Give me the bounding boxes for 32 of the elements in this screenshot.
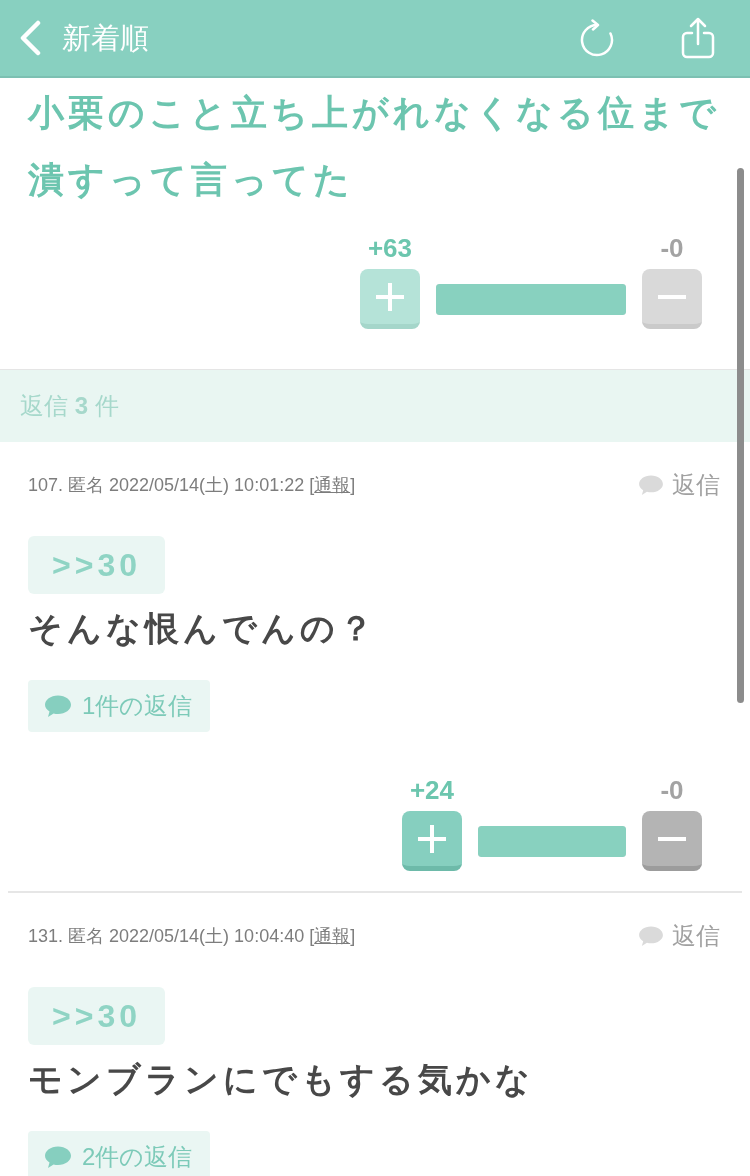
replies-button[interactable]: 1件の返信 xyxy=(28,680,211,732)
comment-text: そんな恨んでんの？ xyxy=(28,608,377,649)
chevron-left-icon xyxy=(18,20,42,56)
minus-icon xyxy=(657,294,687,299)
comment-text: モンブランにでもする気かな xyxy=(28,1059,534,1100)
report-link[interactable]: 通報 xyxy=(314,475,351,495)
back-button[interactable]: 新着順 xyxy=(18,20,149,56)
refresh-icon[interactable] xyxy=(579,19,615,57)
anchor-link[interactable]: >>30 xyxy=(28,536,165,594)
speech-bubble-icon xyxy=(44,1145,72,1169)
plus-icon xyxy=(417,823,447,854)
plus-icon xyxy=(375,281,405,312)
upvote-count: +24 xyxy=(409,775,455,805)
comment-meta: 107. 匿名 2022/05/14(土) 10:01:22 [通報] xyxy=(28,474,356,497)
upvote-count: +63 xyxy=(367,233,413,263)
anchor-link[interactable]: >>30 xyxy=(28,987,165,1045)
downvote-button[interactable] xyxy=(642,811,702,871)
reply-button[interactable]: 返信 xyxy=(638,471,720,499)
upvote-button[interactable] xyxy=(402,811,462,871)
downvote-count: -0 xyxy=(660,775,684,805)
share-icon[interactable] xyxy=(680,17,716,59)
post-title: 小栗のこと立ち上がれなくなる位まで潰すって言ってた xyxy=(28,91,721,202)
speech-bubble-icon xyxy=(44,694,72,718)
downvote-count: -0 xyxy=(660,233,684,263)
reply-button[interactable]: 返信 xyxy=(638,922,720,950)
replies-button[interactable]: 2件の返信 xyxy=(28,1131,211,1176)
minus-icon xyxy=(657,836,687,841)
speech-bubble-icon xyxy=(638,925,664,947)
speech-bubble-icon xyxy=(638,474,664,496)
reply-count-text: 返信 3 件 xyxy=(20,391,119,421)
comment-meta: 131. 匿名 2022/05/14(土) 10:04:40 [通報] xyxy=(28,925,356,948)
report-link[interactable]: 通報 xyxy=(314,926,351,946)
